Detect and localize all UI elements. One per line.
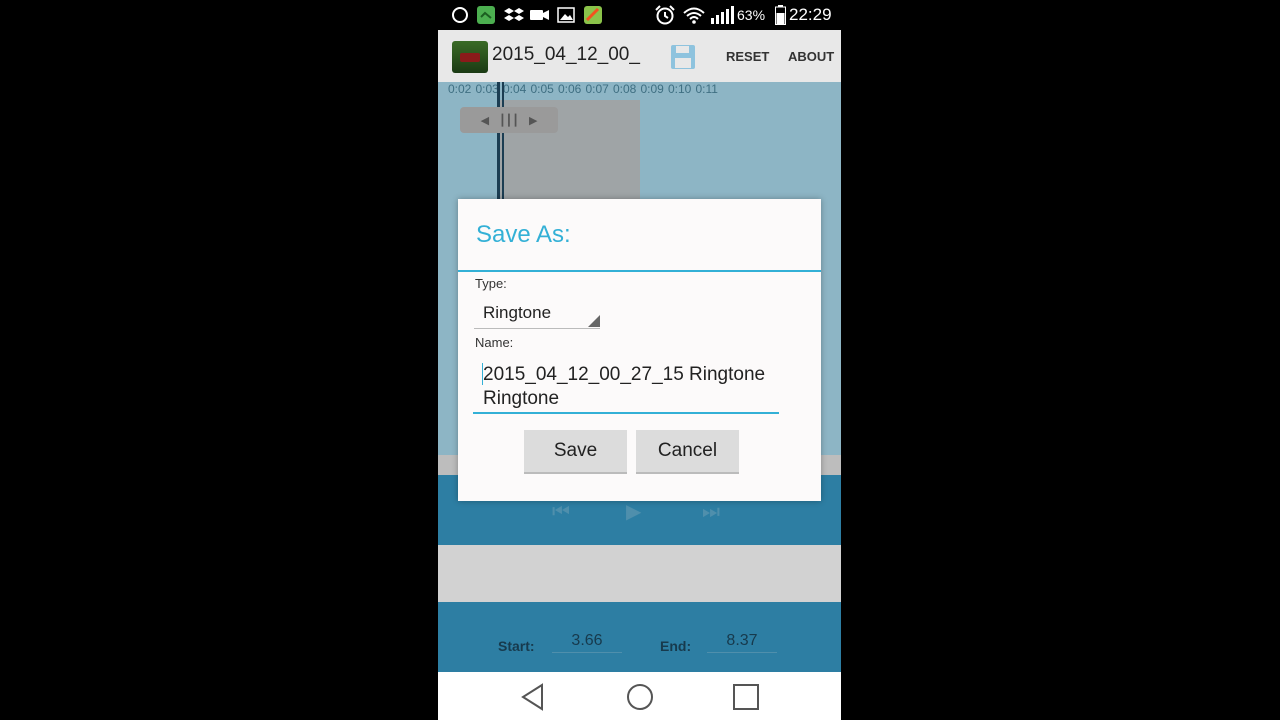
name-label: Name: <box>475 335 514 350</box>
timeline-tick: 0:05 <box>530 82 554 96</box>
type-dropdown[interactable]: Ringtone <box>474 299 600 329</box>
wifi-icon <box>682 5 706 25</box>
reset-button[interactable]: RESET <box>726 49 769 64</box>
video-camera-icon <box>530 5 550 25</box>
battery-percent: 63% <box>737 7 766 23</box>
timeline-tick: 0:08 <box>613 82 637 96</box>
app-logo-icon <box>452 41 488 73</box>
battery-icon <box>774 5 786 25</box>
navigation-bar <box>438 672 841 720</box>
type-selected-value: Ringtone <box>483 303 552 322</box>
app-notification-icon <box>476 5 496 25</box>
type-label: Type: <box>475 276 507 291</box>
recent-apps-icon[interactable] <box>731 682 761 712</box>
timeline-tick: 0:06 <box>558 82 582 96</box>
save-button[interactable]: Save <box>524 430 627 474</box>
file-title: 2015_04_12_00_ <box>492 44 640 65</box>
dropdown-caret-icon <box>588 315 600 327</box>
dropbox-icon <box>504 5 524 25</box>
zoom-handle[interactable]: ◀ ┃┃┃ ▶ <box>460 107 558 133</box>
circle-notification-icon <box>450 5 470 25</box>
timeline-tick: 0:02 <box>448 82 472 96</box>
game-app-icon <box>583 5 603 25</box>
phone-screen: 63% 22:29 2015_04_12_00_ RESET ABOUT 0:0… <box>438 0 841 720</box>
timeline-tick: 0:04 <box>503 82 527 96</box>
start-field[interactable]: 3.66 <box>552 632 622 653</box>
status-bar: 63% 22:29 <box>438 0 841 30</box>
clock: 22:29 <box>789 5 832 24</box>
home-icon[interactable] <box>625 682 655 712</box>
skip-forward-icon[interactable]: ⏭ <box>702 499 720 523</box>
name-input[interactable]: 2015_04_12_00_27_15 Ringtone Ringtone <box>473 359 779 414</box>
dialog-title: Save As: <box>476 221 571 248</box>
cancel-button[interactable]: Cancel <box>636 430 739 474</box>
chevron-right-icon: ▶ <box>528 113 538 127</box>
action-bar: 2015_04_12_00_ RESET ABOUT <box>438 30 841 82</box>
skip-back-icon[interactable]: ⏮ <box>552 499 570 523</box>
about-button[interactable]: ABOUT <box>788 49 834 64</box>
timeline-tick: 0:09 <box>640 82 664 96</box>
dialog-divider <box>458 270 821 272</box>
name-input-value: 2015_04_12_00_27_15 Ringtone Ringtone <box>483 364 766 409</box>
grip-icon: ┃┃┃ <box>499 113 519 127</box>
timeline-tick: 0:07 <box>585 82 609 96</box>
selection-info: Start: 3.66 End: 8.37 <box>438 602 841 672</box>
timeline-tick: 0:11 <box>695 82 718 96</box>
start-label: Start: <box>498 638 535 654</box>
save-icon[interactable] <box>670 44 696 70</box>
back-icon[interactable] <box>518 682 548 712</box>
signal-icon <box>710 5 734 25</box>
timeline-tick: 0:10 <box>668 82 692 96</box>
image-icon <box>556 5 576 25</box>
save-as-dialog: Save As: Type: Ringtone Name: 2015_04_12… <box>458 199 821 501</box>
chevron-left-icon: ◀ <box>480 113 490 127</box>
play-icon[interactable]: ▶ <box>626 499 641 523</box>
end-label: End: <box>660 638 692 654</box>
alarm-icon <box>654 5 676 25</box>
end-field[interactable]: 8.37 <box>707 632 777 653</box>
